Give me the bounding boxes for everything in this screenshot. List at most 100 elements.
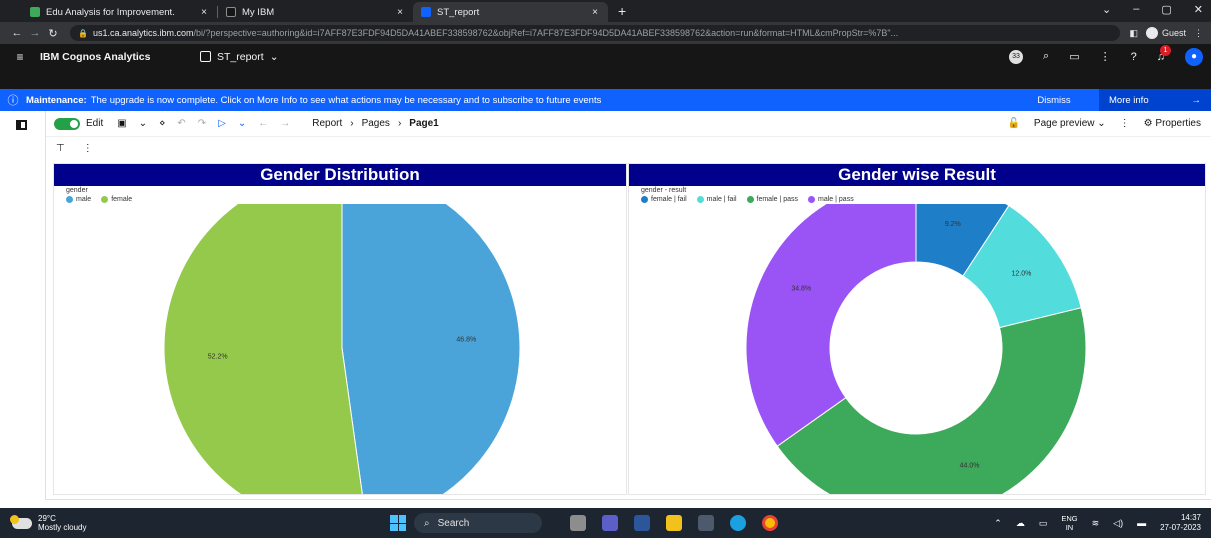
properties-button[interactable]: ⚙ Properties bbox=[1144, 118, 1201, 129]
forward-icon[interactable]: → bbox=[26, 27, 44, 39]
presence-badge[interactable]: 33 bbox=[1009, 49, 1024, 64]
report-icon bbox=[200, 51, 211, 62]
legend-item-female[interactable]: female bbox=[101, 196, 132, 203]
url-input[interactable]: 🔒 us1.ca.analytics.ibm.com/bi/?perspecti… bbox=[70, 25, 1120, 41]
word-icon[interactable] bbox=[634, 515, 650, 531]
browser-tab-2[interactable]: My IBM × bbox=[218, 2, 413, 22]
legend-title: gender bbox=[66, 187, 88, 194]
format-painter-icon[interactable]: ⊤ bbox=[56, 143, 65, 154]
browser-tab-1[interactable]: Edu Analysis for Improvement. × bbox=[22, 2, 217, 22]
browser-actions: ◧ Guest ⋮ bbox=[1129, 27, 1203, 39]
legend-item-male-fail[interactable]: male | fail bbox=[696, 196, 737, 203]
panel-toggle-icon[interactable] bbox=[16, 120, 27, 130]
task-view-icon[interactable] bbox=[570, 515, 586, 531]
language-indicator[interactable]: ENG IN bbox=[1061, 514, 1077, 532]
help-icon[interactable]: ? bbox=[1131, 51, 1137, 63]
run-dropdown-icon[interactable]: ⌄ bbox=[238, 118, 246, 129]
sliders-icon: ⚙ bbox=[1143, 118, 1153, 129]
user-avatar-icon[interactable]: ● bbox=[1185, 47, 1203, 66]
save-dropdown-icon[interactable]: ⌄ bbox=[139, 118, 147, 129]
legend-item-female-pass[interactable]: female | pass bbox=[746, 196, 798, 203]
legend-item-male-pass[interactable]: male | pass bbox=[808, 196, 854, 203]
edit-toggle[interactable] bbox=[54, 117, 80, 130]
report-tab[interactable]: ST_report ⌄ bbox=[200, 51, 279, 63]
pie-slice-female[interactable] bbox=[163, 204, 367, 494]
lock-icon: 🔒 bbox=[78, 28, 88, 38]
window-close-icon[interactable]: ✕ bbox=[1194, 3, 1203, 16]
back-icon[interactable]: ← bbox=[8, 27, 26, 39]
new-tab-button[interactable]: + bbox=[608, 3, 636, 22]
forward-arrow-icon[interactable]: → bbox=[280, 118, 290, 129]
left-rail bbox=[0, 111, 46, 500]
profile-button[interactable]: Guest bbox=[1145, 27, 1186, 39]
run-icon[interactable]: ▷ bbox=[218, 118, 226, 129]
weather-widget[interactable]: 29°C Mostly cloudy bbox=[0, 514, 360, 532]
maximize-icon[interactable]: ▢ bbox=[1161, 3, 1171, 16]
breadcrumb-report[interactable]: Report bbox=[312, 118, 342, 129]
reload-icon[interactable]: ↻ bbox=[44, 27, 62, 40]
tab-search-icon[interactable]: ⌄ bbox=[1102, 3, 1111, 16]
back-arrow-icon[interactable]: ← bbox=[258, 118, 268, 129]
hamburger-menu-icon[interactable]: ≡ bbox=[0, 50, 40, 64]
notifications-button[interactable]: ♫ 1 bbox=[1157, 44, 1171, 63]
legend-item-female-fail[interactable]: female | fail bbox=[641, 196, 687, 203]
browser-menu-icon[interactable]: ⋮ bbox=[1194, 28, 1203, 39]
slice-data-label: 44.0% bbox=[960, 463, 980, 470]
more-vertical-icon[interactable]: ⋮ bbox=[1100, 50, 1111, 63]
dismiss-button[interactable]: Dismiss bbox=[1009, 95, 1099, 106]
windows-start-icon[interactable] bbox=[390, 515, 406, 531]
taskbar-apps bbox=[570, 515, 778, 531]
more-vertical-icon[interactable]: ⋮ bbox=[83, 143, 93, 154]
wifi-icon[interactable]: ≋ bbox=[1092, 518, 1100, 529]
undo-icon[interactable]: ↶ bbox=[177, 118, 185, 129]
more-vertical-icon[interactable]: ⋮ bbox=[1120, 118, 1130, 129]
chart-panel-gender-distribution[interactable]: Gender Distribution gender male female 4… bbox=[53, 163, 627, 495]
legend-item-male[interactable]: male bbox=[66, 196, 91, 203]
banner-title: Maintenance: bbox=[26, 94, 87, 106]
app-header: ≡ IBM Cognos Analytics ST_report ⌄ 33 ⌕ … bbox=[0, 44, 1211, 69]
pie-slice-male[interactable] bbox=[341, 204, 521, 494]
page-preview-dropdown[interactable]: Page preview ⌄ bbox=[1034, 118, 1106, 129]
breadcrumb-pages[interactable]: Pages bbox=[362, 118, 390, 129]
display-icon[interactable]: ▭ bbox=[1039, 518, 1048, 529]
report-tab-label: ST_report bbox=[217, 50, 264, 63]
clock[interactable]: 14:37 27-07-2023 bbox=[1160, 513, 1201, 533]
tab-favicon-icon bbox=[30, 7, 40, 17]
tab-close-icon[interactable]: × bbox=[201, 7, 207, 18]
chevron-down-icon: ⌄ bbox=[269, 50, 279, 63]
teams-icon[interactable] bbox=[602, 515, 618, 531]
minimize-icon[interactable]: – bbox=[1133, 3, 1139, 16]
banner-message: The upgrade is now complete. Click on Mo… bbox=[90, 94, 602, 106]
edge-icon[interactable] bbox=[730, 515, 746, 531]
profile-avatar-icon bbox=[1145, 27, 1158, 39]
address-bar: ← → ↻ 🔒 us1.ca.analytics.ibm.com/bi/?per… bbox=[0, 22, 1211, 44]
app-header-actions: 33 ⌕ ▭ ⋮ ? ♫ 1 ● bbox=[1009, 44, 1211, 66]
tab-label: My IBM bbox=[242, 6, 275, 18]
battery-icon[interactable]: ▬ bbox=[1137, 518, 1146, 528]
onedrive-icon[interactable]: ☁ bbox=[1016, 518, 1025, 529]
chevron-up-icon[interactable]: ⌃ bbox=[994, 518, 1002, 529]
browser-tab-3[interactable]: ST_report × bbox=[413, 2, 608, 22]
weather-condition: Mostly cloudy bbox=[38, 523, 87, 532]
save-icon[interactable]: ▣ bbox=[117, 118, 126, 129]
chat-icon[interactable]: ▭ bbox=[1069, 50, 1079, 63]
lock-toggle-icon[interactable]: 🔓 bbox=[1007, 118, 1019, 129]
chrome-icon[interactable] bbox=[762, 515, 778, 531]
breadcrumb-separator-icon: › bbox=[350, 118, 354, 129]
browser-tab-strip: Edu Analysis for Improvement. × My IBM ×… bbox=[0, 0, 1211, 22]
redo-icon[interactable]: ↷ bbox=[198, 118, 206, 129]
search-icon[interactable]: ⌕ bbox=[1043, 50, 1049, 63]
chart-panel-gender-wise-result[interactable]: Gender wise Result gender - result femal… bbox=[628, 163, 1206, 495]
tab-close-icon[interactable]: × bbox=[397, 7, 403, 18]
chevron-down-icon: ⌄ bbox=[1097, 118, 1106, 129]
store-icon[interactable] bbox=[698, 515, 714, 531]
more-info-button[interactable]: More info → bbox=[1099, 89, 1211, 111]
share-icon[interactable]: ⋄ bbox=[159, 118, 165, 129]
search-label: Search bbox=[437, 517, 470, 529]
tab-close-icon[interactable]: × bbox=[592, 7, 598, 18]
taskbar-search[interactable]: ⌕ Search bbox=[414, 513, 542, 533]
sidepanel-icon[interactable]: ◧ bbox=[1129, 28, 1138, 39]
chart-title: Gender Distribution bbox=[54, 164, 626, 186]
volume-icon[interactable]: ◁) bbox=[1113, 518, 1123, 529]
file-explorer-icon[interactable] bbox=[666, 515, 682, 531]
